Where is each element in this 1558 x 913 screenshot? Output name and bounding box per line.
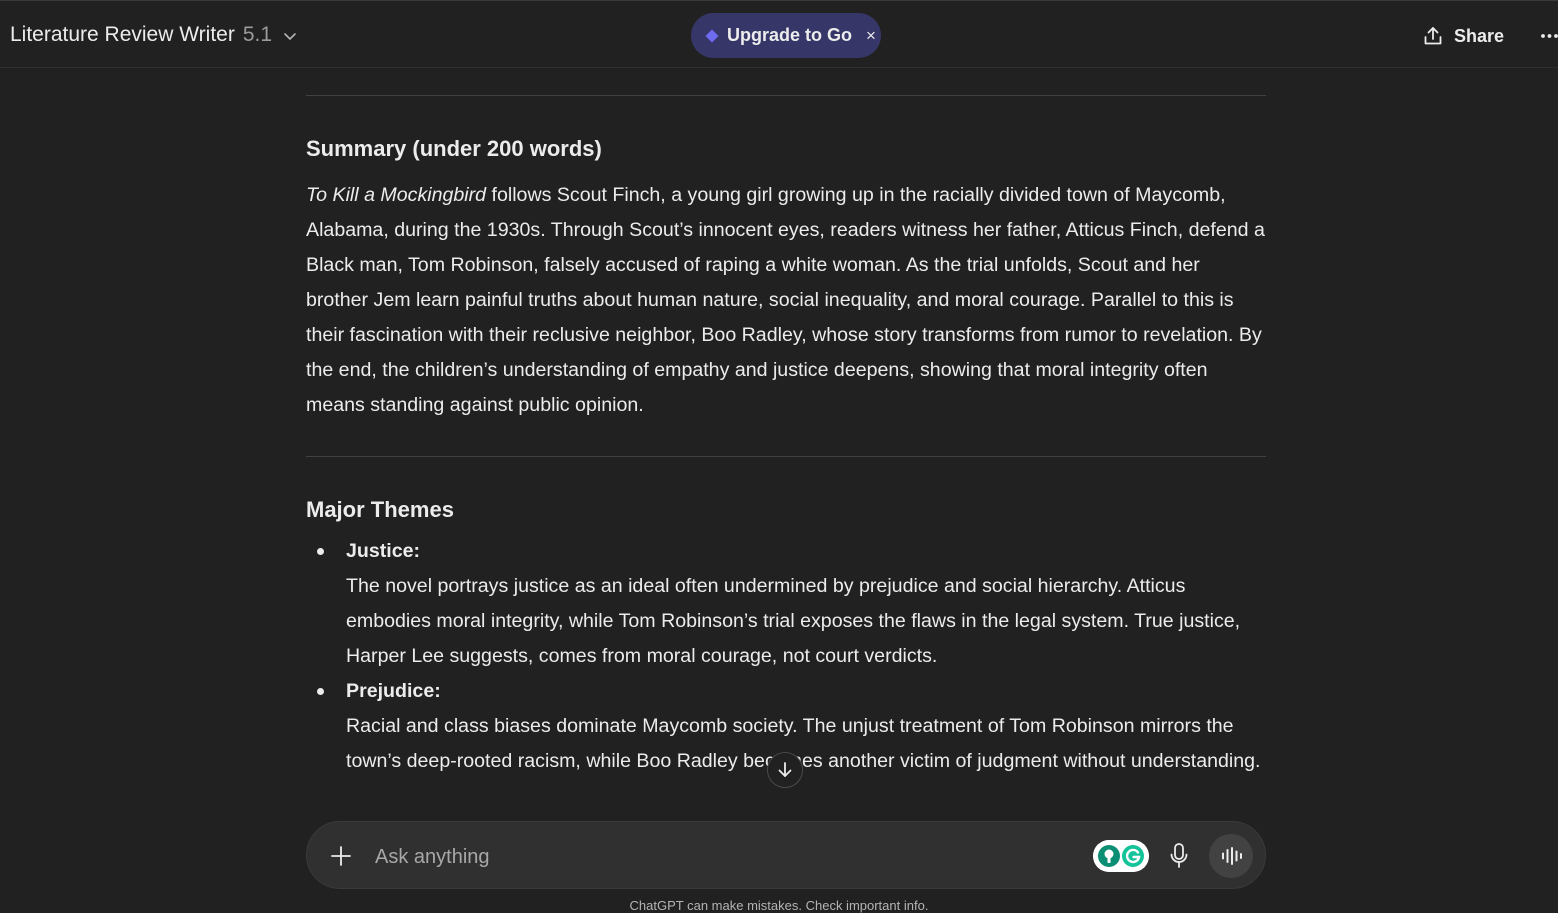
list-item: Justice: The novel portrays justice as a… — [306, 534, 1266, 674]
bullet — [317, 548, 324, 555]
prompt-input[interactable] — [373, 838, 1077, 876]
theme-body: Racial and class biases dominate Maycomb… — [346, 715, 1261, 772]
summary-text: follows Scout Finch, a young girl growin… — [306, 184, 1265, 416]
share-button[interactable]: Share — [1422, 19, 1504, 53]
plus-icon[interactable] — [329, 844, 353, 868]
more-icon[interactable] — [1536, 21, 1558, 51]
theme-body: The novel portrays justice as an ideal o… — [346, 575, 1241, 667]
upgrade-close-button[interactable]: × — [866, 26, 876, 46]
section-divider — [306, 95, 1266, 96]
themes-list: Justice: The novel portrays justice as a… — [306, 534, 1266, 779]
model-name: Literature Review Writer — [10, 23, 235, 46]
top-bar: Literature Review Writer 5.1 Upgrade to … — [0, 0, 1558, 68]
chevron-down-icon — [284, 33, 296, 40]
disclaimer-text: ChatGPT can make mistakes. Check importa… — [629, 898, 929, 913]
mic-icon[interactable] — [1168, 842, 1190, 870]
arrow-down-icon — [778, 762, 792, 777]
share-icon — [1424, 27, 1442, 45]
bullet — [317, 688, 324, 695]
model-selector[interactable]: Literature Review Writer 5.1 — [10, 19, 298, 51]
model-version: 5.1 — [242, 23, 273, 46]
upgrade-button[interactable]: Upgrade to Go × — [691, 13, 881, 58]
theme-title: Justice: — [346, 540, 421, 562]
share-label: Share — [1454, 25, 1505, 46]
grammarly-icon[interactable] — [1093, 840, 1149, 872]
book-title: To Kill a Mockingbird — [306, 184, 487, 206]
summary-heading: Summary (under 200 words) — [306, 136, 602, 161]
scroll-to-bottom-button[interactable] — [767, 752, 803, 788]
section-divider — [306, 456, 1266, 457]
upgrade-label: Upgrade to Go — [727, 25, 852, 45]
diamond-icon — [705, 29, 719, 42]
theme-title: Prejudice: — [346, 680, 441, 702]
composer — [306, 821, 1266, 889]
themes-heading: Major Themes — [306, 497, 454, 522]
summary-paragraph: To Kill a Mockingbird follows Scout Finc… — [306, 178, 1266, 423]
voice-mode-icon[interactable] — [1209, 834, 1253, 878]
